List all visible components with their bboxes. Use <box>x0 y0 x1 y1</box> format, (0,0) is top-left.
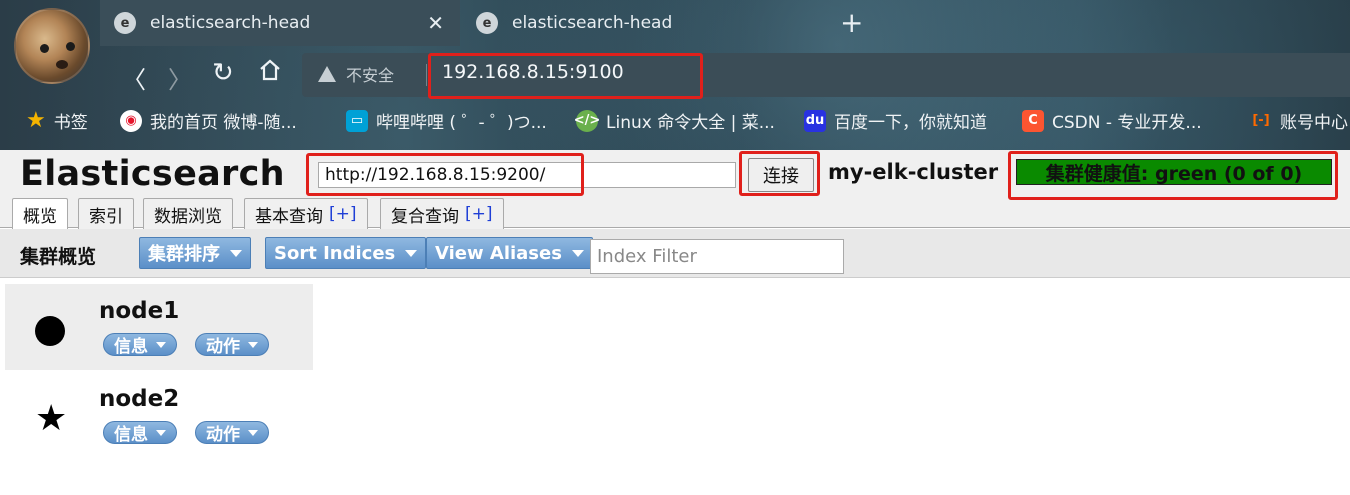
node-name: node2 <box>99 386 180 412</box>
bookmark-label: 账号中心 <box>1280 113 1348 133</box>
browser-tab-active[interactable]: e elasticsearch-head ✕ <box>100 0 460 46</box>
master-node-icon <box>35 316 65 346</box>
address-url[interactable]: 192.168.8.15:9100 <box>442 61 624 83</box>
dropdown-label: 集群排序 <box>148 244 220 265</box>
index-filter-input[interactable] <box>590 239 844 274</box>
tab-label: 数据浏览 <box>154 206 222 227</box>
pill-label: 动作 <box>206 337 240 357</box>
node-info-button[interactable]: 信息 <box>103 333 177 357</box>
view-aliases-dropdown[interactable]: View Aliases <box>426 237 593 269</box>
avatar-eye <box>40 44 49 53</box>
tab-compound-query[interactable]: 复合查询 [+] <box>380 198 504 229</box>
node-name: node1 <box>99 298 180 324</box>
tab-label: 基本查询 <box>255 206 323 227</box>
bookmark-label: 哔哩哔哩 ( ゜- ゜)つ... <box>376 113 547 133</box>
browser-tab-inactive[interactable]: e elasticsearch-head <box>462 0 822 46</box>
overview-title: 集群概览 <box>20 246 97 268</box>
node-card: ★ node2 信息 动作 <box>5 372 313 458</box>
profile-avatar[interactable] <box>14 8 90 84</box>
connect-url-input[interactable] <box>318 162 736 188</box>
bookmark-label: CSDN - 专业开发... <box>1052 113 1202 133</box>
chevron-down-icon <box>405 249 418 257</box>
security-indicator[interactable]: 不安全 <box>318 62 394 86</box>
tab-label: 概览 <box>23 207 57 227</box>
star-icon: ★ <box>35 398 68 439</box>
tab-browser[interactable]: 数据浏览 <box>143 198 233 229</box>
avatar-eye <box>66 42 75 51</box>
tab-bar: 概览 索引 数据浏览 基本查询 [+] 复合查询 [+] <box>0 198 1350 230</box>
bookmark-item[interactable]: du 百度一下，你就知道 <box>804 108 987 133</box>
browser-chrome: e elasticsearch-head ✕ e elasticsearch-h… <box>0 0 1350 150</box>
chevron-down-icon <box>571 249 584 257</box>
bookmark-label: 百度一下，你就知道 <box>834 113 987 133</box>
pill-label: 信息 <box>114 337 148 357</box>
forward-icon[interactable]: 〉 <box>168 60 192 95</box>
bookmark-label: 书签 <box>53 113 88 133</box>
tab-title: elasticsearch-head <box>512 13 673 33</box>
tab-label: 复合查询 <box>391 206 459 227</box>
sort-cluster-dropdown[interactable]: 集群排序 <box>139 237 251 269</box>
bookmark-item[interactable]: </> Linux 命令大全 | 菜... <box>574 108 775 133</box>
bookmark-item[interactable]: ◉ 我的首页 微博-随... <box>120 108 297 133</box>
chevron-down-icon <box>230 249 242 257</box>
tab-basic-query[interactable]: 基本查询 [+] <box>244 198 368 229</box>
tab-label: 索引 <box>89 206 123 227</box>
tab-plus[interactable]: [+] <box>465 204 493 224</box>
tab-title: elasticsearch-head <box>150 13 311 33</box>
runoob-icon: </> <box>574 109 600 132</box>
bookmark-label: 我的首页 微博-随... <box>150 113 297 133</box>
elasticsearch-favicon-icon: e <box>114 12 136 34</box>
warning-icon <box>318 66 336 82</box>
chevron-down-icon <box>156 341 166 348</box>
weibo-icon: ◉ <box>120 109 142 132</box>
security-label: 不安全 <box>346 66 395 85</box>
chevron-down-icon <box>248 429 258 436</box>
pill-label: 信息 <box>114 425 148 445</box>
cluster-name: my-elk-cluster <box>828 160 999 184</box>
elasticsearch-favicon-icon: e <box>476 12 498 34</box>
node-card: node1 信息 动作 <box>5 284 313 370</box>
star-icon: ★ <box>26 108 46 133</box>
node-info-button[interactable]: 信息 <box>103 421 177 445</box>
bookmark-item[interactable]: ▭ 哔哩哔哩 ( ゜- ゜)つ... <box>346 108 547 133</box>
csdn-icon: C <box>1022 109 1044 132</box>
bookmark-label: Linux 命令大全 | 菜... <box>606 113 775 133</box>
close-tab-icon[interactable]: ✕ <box>427 11 444 35</box>
dropdown-label: Sort Indices <box>274 242 396 264</box>
node-action-button[interactable]: 动作 <box>195 333 269 357</box>
chevron-down-icon <box>248 341 258 348</box>
back-icon[interactable]: 〈 <box>122 60 146 95</box>
tab-indices[interactable]: 索引 <box>78 198 134 229</box>
baidu-icon: du <box>804 109 826 132</box>
cluster-health-badge: 集群健康值: green (0 of 0) <box>1016 159 1332 185</box>
bilibili-icon: ▭ <box>346 109 368 132</box>
pill-label: 动作 <box>206 425 240 445</box>
aliyun-icon: [-] <box>1252 113 1270 128</box>
home-icon[interactable] <box>258 58 282 88</box>
tab-overview[interactable]: 概览 <box>12 198 68 230</box>
address-separator <box>426 64 427 86</box>
brand-title: Elasticsearch <box>20 154 285 194</box>
node-action-button[interactable]: 动作 <box>195 421 269 445</box>
sort-indices-dropdown[interactable]: Sort Indices <box>265 237 427 269</box>
plus-icon[interactable]: + <box>840 6 863 39</box>
reload-icon[interactable]: ↻ <box>212 58 234 88</box>
bookmark-item[interactable]: [-] 账号中心 <box>1250 108 1348 133</box>
bookmark-folder[interactable]: ★ 书签 <box>26 108 88 133</box>
bookmark-item[interactable]: C CSDN - 专业开发... <box>1022 108 1202 133</box>
elasticsearch-head-page: Elasticsearch 连接 my-elk-cluster 集群健康值: g… <box>0 150 1350 495</box>
chevron-down-icon <box>156 429 166 436</box>
tab-plus[interactable]: [+] <box>329 204 357 224</box>
connect-button[interactable]: 连接 <box>748 158 814 192</box>
dropdown-label: View Aliases <box>435 242 562 264</box>
avatar-nose <box>56 60 68 69</box>
